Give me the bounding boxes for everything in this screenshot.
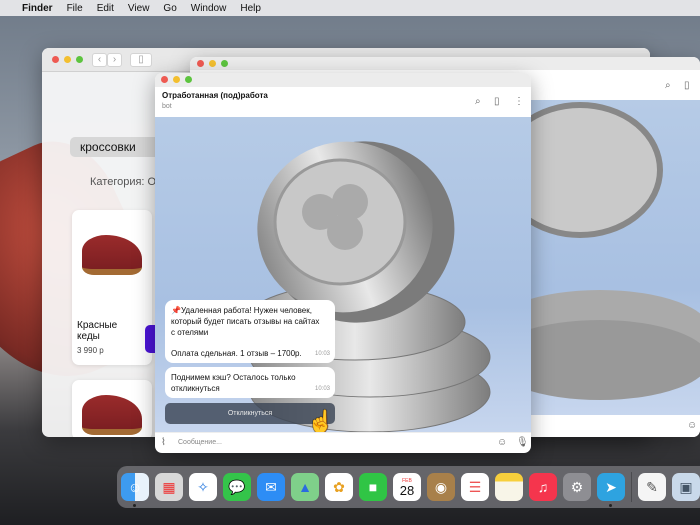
dock-photos[interactable]: ✿ (325, 473, 353, 501)
close-button[interactable] (161, 76, 168, 83)
message-line: Поднимем кэш? Осталось только (171, 373, 296, 382)
product-price: 3 990 р (77, 346, 104, 355)
menu-finder[interactable]: Finder (22, 3, 53, 14)
music-icon: ♫ (537, 479, 549, 495)
photos-icon: ✿ (333, 478, 345, 495)
microphone-icon[interactable]: 🎙 (516, 437, 529, 448)
menu-view[interactable]: View (128, 3, 150, 14)
zoom-button[interactable] (185, 76, 192, 83)
gear-icon: ⚙ (570, 478, 584, 495)
calendar-day: 28 (399, 482, 415, 498)
dock-safari[interactable]: ✧ (189, 473, 217, 501)
dock-maps[interactable]: ▲ (291, 473, 319, 501)
chat-title[interactable]: Отработанная (под)работа (162, 91, 268, 100)
category-label: Категория: Об (90, 176, 163, 188)
menu-edit[interactable]: Edit (97, 3, 114, 14)
product-card[interactable] (72, 380, 152, 437)
dock-facetime[interactable]: ■ (359, 473, 387, 501)
minimize-button[interactable] (64, 56, 71, 63)
back-icon[interactable]: ‹ (92, 53, 107, 67)
dock-calendar[interactable]: FEB 28 (393, 473, 421, 501)
dock-messages[interactable]: 💬 (223, 473, 251, 501)
mail-icon: ✉ (265, 478, 277, 495)
close-button[interactable] (52, 56, 59, 63)
dock-finder[interactable]: ☺ (121, 473, 149, 507)
telegram-icon: ➤ (605, 478, 617, 495)
sidebar-icon[interactable]: ▯ (130, 53, 152, 67)
sidebar-icon[interactable]: ▯ (494, 96, 500, 107)
dock: ☺ ▦ ✧ 💬 ✉ ▲ ✿ ■ FEB 28 ◉ ☰ ♫ ⚙ ➤ ✎ ▣ (117, 466, 700, 508)
dock-mail[interactable]: ✉ (257, 473, 285, 501)
message-bubble: Поднимем кэш? Осталось только откликнуть… (165, 367, 335, 398)
message-time: 10:03 (314, 386, 330, 392)
product-image (82, 235, 142, 275)
message-input[interactable]: Сообщение... (178, 439, 222, 446)
maps-icon: ▲ (298, 479, 312, 495)
dock-textedit[interactable]: ✎ (638, 473, 666, 501)
dock-reminders[interactable]: ☰ (461, 473, 489, 501)
search-icon[interactable]: ⌕ (475, 96, 481, 107)
message-time: 10:03 (314, 351, 330, 357)
preview-icon: ▣ (679, 478, 693, 495)
message-line: Оплата сдельная. 1 отзыв – 1700р. (171, 349, 302, 358)
dock-music[interactable]: ♫ (529, 473, 557, 501)
message-input-bar: ⌇ Сообщение... ☺ 🎙 (155, 432, 531, 453)
textedit-icon: ✎ (646, 478, 658, 495)
emoji-icon[interactable]: ☺ (497, 437, 507, 448)
facetime-icon: ■ (368, 479, 378, 495)
dock-launchpad[interactable]: ▦ (155, 473, 183, 501)
forward-icon[interactable]: › (107, 53, 122, 67)
menu-window[interactable]: Window (191, 3, 227, 14)
menu-file[interactable]: File (67, 3, 83, 14)
message-line: откликнуться (171, 384, 220, 393)
dock-system-preferences[interactable]: ⚙ (563, 473, 591, 501)
minimize-button[interactable] (173, 76, 180, 83)
message-bubble: 📌Удаленная работа! Нужен человек, которы… (165, 300, 335, 363)
chat-area: 📌Удаленная работа! Нужен человек, которы… (155, 117, 531, 432)
message-line: с отелями (171, 328, 209, 337)
emoji-icon[interactable]: ☺ (687, 420, 697, 431)
message-line: который будет писать отзывы на сайтах (171, 317, 320, 326)
hand-cursor-icon: ☝ (307, 409, 335, 432)
reminders-icon: ☰ (468, 478, 482, 495)
messages-icon: 💬 (228, 478, 246, 495)
chat-subtitle: bot (162, 103, 172, 110)
search-icon[interactable]: ⌕ (665, 80, 671, 91)
dock-notes[interactable] (495, 473, 523, 501)
safari-icon: ✧ (197, 478, 209, 495)
sidebar-icon[interactable]: ▯ (684, 80, 690, 91)
dock-preview[interactable]: ▣ (672, 473, 700, 501)
product-name: Красные кеды (77, 320, 118, 342)
menu-help[interactable]: Help (240, 3, 261, 14)
product-card[interactable]: Красные кеды 3 990 р (72, 210, 160, 365)
message-line: 📌Удаленная работа! Нужен человек, (171, 306, 312, 315)
menu-bar: Finder File Edit View Go Window Help (0, 0, 700, 16)
contacts-icon: ◉ (434, 478, 448, 495)
more-icon[interactable]: ⋮ (514, 96, 524, 107)
dock-contacts[interactable]: ◉ (427, 473, 455, 501)
zoom-button[interactable] (76, 56, 83, 63)
finder-icon: ☺ (127, 479, 143, 495)
dock-divider (631, 472, 632, 502)
telegram-window: Отработанная (под)работа bot ⌕ ▯ ⋮ 📌Удал… (155, 73, 531, 453)
launchpad-icon: ▦ (162, 478, 176, 495)
dock-telegram[interactable]: ➤ (597, 473, 625, 507)
attach-icon[interactable]: ⌇ (161, 437, 166, 448)
menu-go[interactable]: Go (163, 3, 176, 14)
